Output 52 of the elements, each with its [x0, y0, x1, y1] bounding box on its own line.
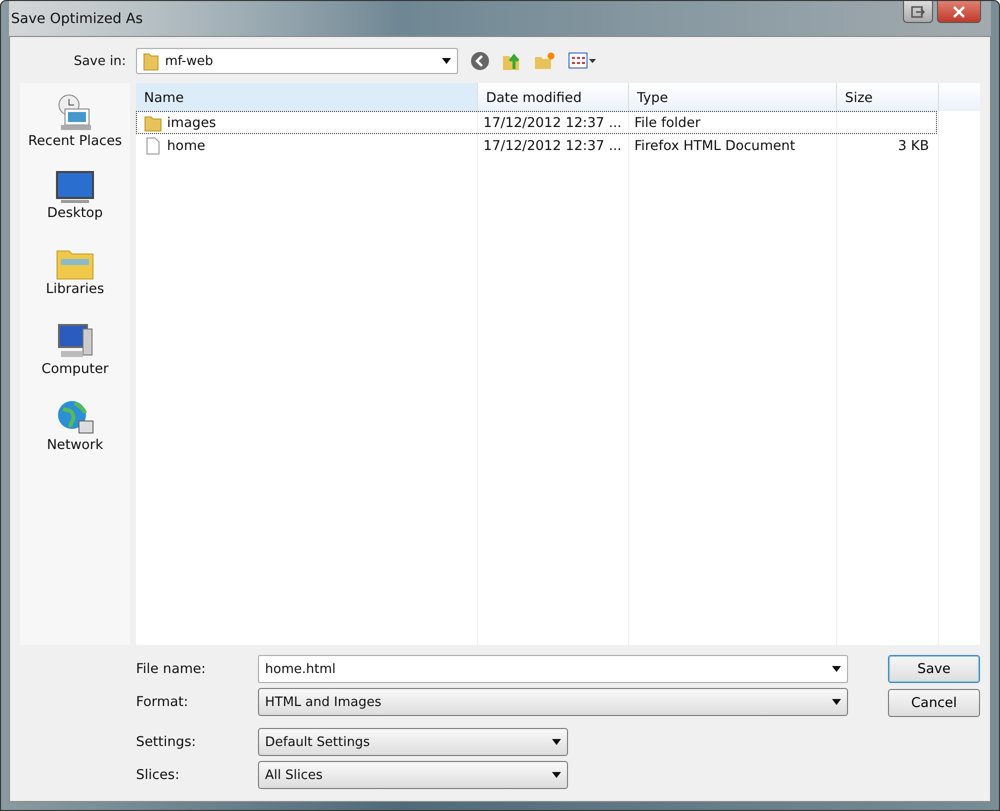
date-cell: 17/12/2012 12:37 ... [483, 138, 622, 154]
close-icon [952, 6, 966, 18]
close-button[interactable] [937, 1, 981, 23]
save-in-dropdown[interactable]: mf-web [136, 48, 458, 74]
field-label: Format: [136, 694, 190, 710]
file-name: images [167, 114, 216, 130]
place-label: Desktop [47, 205, 103, 221]
place-label: Computer [41, 361, 109, 377]
option-label: Settings: [136, 734, 197, 750]
place-label: Network [46, 437, 104, 453]
place-item[interactable]: Network [46, 397, 104, 467]
place-label: Recent Places [28, 133, 122, 149]
folder-icon [144, 114, 162, 132]
column-header[interactable]: Date modified [478, 83, 629, 111]
dropdown-caret-icon [442, 58, 451, 64]
column-header[interactable]: Size [837, 83, 939, 111]
dropdown-caret-icon [552, 772, 561, 778]
document-icon [144, 136, 162, 154]
restore-icon [911, 6, 925, 18]
type-cell: Firefox HTML Document [634, 138, 796, 154]
place-label: Libraries [46, 281, 104, 297]
format-dropdown[interactable]: HTML and Images [258, 688, 848, 716]
view-menu-icon[interactable] [568, 51, 598, 71]
place-item[interactable]: Libraries [46, 245, 104, 315]
save-in-label: Save in: [72, 54, 126, 68]
cancel-button[interactable]: Cancel [888, 689, 980, 717]
folder-icon [143, 51, 159, 71]
file-row[interactable]: home 17/12/2012 12:37 ... Firefox HTML Document 3 KB [136, 134, 937, 157]
dropdown-caret-icon [552, 739, 561, 745]
field-label: File name: [136, 661, 207, 677]
restore-button[interactable] [903, 1, 933, 23]
type-cell: File folder [634, 114, 700, 130]
option-dropdown[interactable]: All Slices [258, 761, 568, 789]
desktop-icon [55, 169, 95, 205]
date-cell: 17/12/2012 12:37 ... [483, 114, 622, 130]
window-title: Save Optimized As [11, 10, 143, 26]
option-dropdown[interactable]: Default Settings [258, 728, 568, 756]
dropdown-caret-icon [832, 699, 841, 705]
place-item[interactable]: Recent Places [28, 93, 122, 163]
place-item[interactable]: Computer [41, 321, 109, 391]
column-header[interactable]: Type [629, 83, 837, 111]
file-name: home [167, 138, 206, 154]
column-header[interactable]: Name [136, 83, 478, 111]
dropdown-caret-icon [832, 666, 841, 672]
save-button[interactable]: Save [888, 655, 980, 683]
file-row[interactable]: images 17/12/2012 12:37 ... File folder [136, 111, 937, 134]
option-label: Slices: [136, 767, 180, 783]
back-icon[interactable] [470, 51, 490, 71]
up-folder-icon[interactable] [502, 51, 522, 71]
place-item[interactable]: Desktop [47, 169, 103, 239]
size-cell: 3 KB [898, 138, 929, 154]
file-name-field[interactable]: home.html [258, 655, 848, 683]
